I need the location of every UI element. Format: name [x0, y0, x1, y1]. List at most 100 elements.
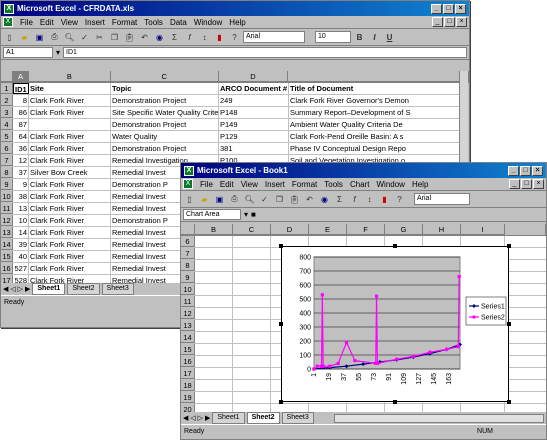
table-cell[interactable]: 40	[13, 251, 29, 262]
row-header[interactable]: 10	[1, 191, 13, 202]
table-cell[interactable]: Summary Report–Development of S	[289, 107, 469, 118]
table-cell[interactable]	[233, 380, 271, 391]
menu-chart[interactable]: Chart	[350, 180, 370, 189]
table-cell[interactable]	[309, 404, 347, 412]
table-cell[interactable]: 38	[13, 191, 29, 202]
table-cell[interactable]	[195, 248, 233, 259]
table-cell[interactable]: Topic	[111, 83, 219, 94]
select-all[interactable]	[181, 224, 195, 235]
chart-wizard-icon[interactable]: ▮	[378, 193, 391, 206]
row-header[interactable]: 10	[181, 284, 195, 295]
table-cell[interactable]: Clark Fork River	[29, 179, 111, 190]
table-cell[interactable]: Clark Fork-Pend Oreille Basin: A s	[289, 131, 469, 142]
row-header[interactable]: 6	[1, 143, 13, 154]
table-cell[interactable]	[271, 404, 309, 412]
table-cell[interactable]: 13	[13, 203, 29, 214]
resize-handle[interactable]	[393, 244, 397, 248]
menu-window[interactable]: Window	[194, 18, 222, 27]
table-cell[interactable]: Clark Fork River	[29, 215, 111, 226]
col-header-b[interactable]: B	[28, 71, 111, 82]
row-header[interactable]: 6	[181, 236, 195, 247]
table-cell[interactable]	[29, 119, 111, 130]
row-header[interactable]: 20	[181, 404, 195, 412]
new-icon[interactable]: ▯	[183, 193, 196, 206]
table-cell[interactable]	[195, 380, 233, 391]
resize-handle[interactable]	[507, 322, 511, 326]
print-icon[interactable]: ⎙	[48, 31, 61, 44]
bold-button[interactable]: B	[353, 31, 366, 44]
minimize-button[interactable]: _	[508, 165, 519, 176]
row-header[interactable]: 3	[1, 107, 13, 118]
doc-restore-button[interactable]: □	[444, 17, 455, 27]
table-cell[interactable]	[233, 320, 271, 331]
row-header[interactable]: 13	[181, 320, 195, 331]
table-cell[interactable]: 39	[13, 239, 29, 250]
resize-handle[interactable]	[507, 400, 511, 404]
table-cell[interactable]	[461, 404, 505, 412]
menu-format[interactable]: Format	[292, 180, 317, 189]
table-cell[interactable]	[195, 236, 233, 247]
row-header[interactable]: 15	[181, 344, 195, 355]
preview-icon[interactable]: 🔍︎	[243, 193, 256, 206]
col-header-a[interactable]: A	[12, 71, 29, 82]
document-icon[interactable]: X	[183, 179, 193, 189]
copy-icon[interactable]: ❐	[108, 31, 121, 44]
spell-icon[interactable]: ✓	[258, 193, 271, 206]
row-header[interactable]: 12	[1, 215, 13, 226]
table-cell[interactable]: Clark Fork River	[29, 263, 111, 274]
table-cell[interactable]: 64	[13, 131, 29, 142]
table-cell[interactable]	[233, 344, 271, 355]
table-cell[interactable]	[233, 260, 271, 271]
title-bar[interactable]: X Microsoft Excel - CFRDATA.xls _ □ ×	[1, 1, 469, 16]
tab-sheet3[interactable]: Sheet3	[281, 412, 314, 424]
maximize-button[interactable]: □	[443, 3, 454, 14]
table-cell[interactable]: 8	[13, 95, 29, 106]
tab-sheet1[interactable]: Sheet1	[212, 412, 245, 424]
table-cell[interactable]	[233, 284, 271, 295]
table-cell[interactable]	[195, 308, 233, 319]
table-cell[interactable]	[233, 368, 271, 379]
table-cell[interactable]: Clark Fork River	[29, 275, 111, 283]
minimize-button[interactable]: _	[431, 3, 442, 14]
table-cell[interactable]	[195, 260, 233, 271]
table-cell[interactable]: Water Quality	[111, 131, 219, 142]
table-cell[interactable]	[233, 332, 271, 343]
row-header[interactable]: 2	[1, 95, 13, 106]
chart-area[interactable]: 0 100 200 300 400 500 600 700 800 1 19 37 55 73 91 109 1…	[281, 246, 509, 402]
table-cell[interactable]: P149	[219, 119, 289, 130]
col-header-e[interactable]	[288, 71, 468, 82]
resize-handle[interactable]	[279, 322, 283, 326]
table-cell[interactable]: Clark Fork River	[29, 155, 111, 166]
save-icon[interactable]: ▣	[33, 31, 46, 44]
table-cell[interactable]	[195, 296, 233, 307]
worksheet-grid[interactable]: BCDEFGHI 6789101112131415161718192021 01…	[181, 224, 546, 412]
table-cell[interactable]: Clark Fork River Governor's Demon	[289, 95, 469, 106]
dropdown-arrow-icon[interactable]: ▾	[56, 48, 60, 57]
table-cell[interactable]	[195, 332, 233, 343]
menu-format[interactable]: Format	[112, 18, 137, 27]
menu-edit[interactable]: Edit	[40, 18, 54, 27]
row-header[interactable]: 18	[181, 380, 195, 391]
chart-wizard-icon[interactable]: ▮	[213, 31, 226, 44]
maximize-button[interactable]: □	[520, 165, 531, 176]
row-header[interactable]: 8	[1, 167, 13, 178]
title-bar[interactable]: X Microsoft Excel - Book1 _ □ ×	[181, 163, 546, 178]
hyperlink-icon[interactable]: ◉	[153, 31, 166, 44]
table-cell[interactable]	[195, 272, 233, 283]
formula-input[interactable]: ID1	[63, 47, 467, 58]
function-icon[interactable]: f	[348, 193, 361, 206]
row-header[interactable]: 4	[1, 119, 13, 130]
cut-icon[interactable]: ✂	[93, 31, 106, 44]
doc-restore-button[interactable]: □	[521, 179, 532, 189]
sort-icon[interactable]: ↕	[198, 31, 211, 44]
table-cell[interactable]: P129	[219, 131, 289, 142]
col-header[interactable]: D	[271, 224, 309, 235]
table-cell[interactable]: Ambient Water Quality Criteria De	[289, 119, 469, 130]
menu-insert[interactable]: Insert	[85, 18, 105, 27]
row-header[interactable]: 19	[181, 392, 195, 403]
table-cell[interactable]	[233, 272, 271, 283]
col-header-d[interactable]: D	[218, 71, 289, 82]
table-cell[interactable]: Clark Fork River	[29, 143, 111, 154]
menu-view[interactable]: View	[241, 180, 258, 189]
table-cell[interactable]: Clark Fork River	[29, 191, 111, 202]
